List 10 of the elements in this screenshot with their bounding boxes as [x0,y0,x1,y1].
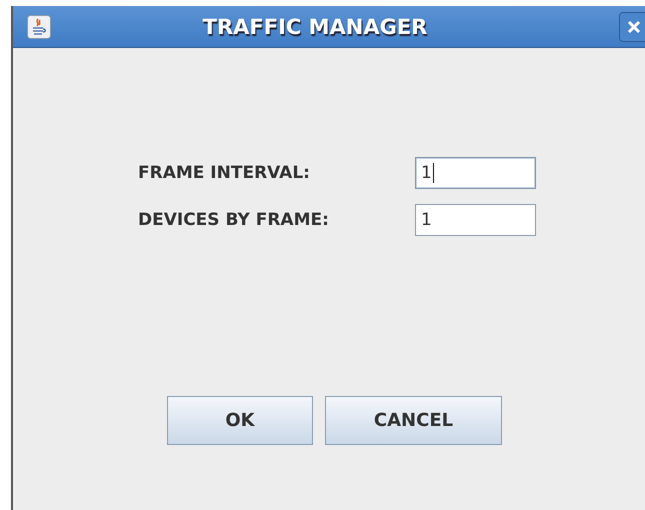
cancel-button[interactable]: CANCEL [325,396,502,445]
window-title: TRAFFIC MANAGER [202,14,428,38]
cup-icon [27,14,51,38]
close-button[interactable] [619,12,645,42]
input-field[interactable]: 1 [415,204,536,236]
ok-button[interactable]: OK [167,396,313,445]
field-label: FRAME INTERVAL: [138,163,311,183]
field-label: DEVICES BY FRAME: [138,210,330,230]
input-field[interactable]: 1 [415,157,536,189]
close-icon [627,20,641,34]
